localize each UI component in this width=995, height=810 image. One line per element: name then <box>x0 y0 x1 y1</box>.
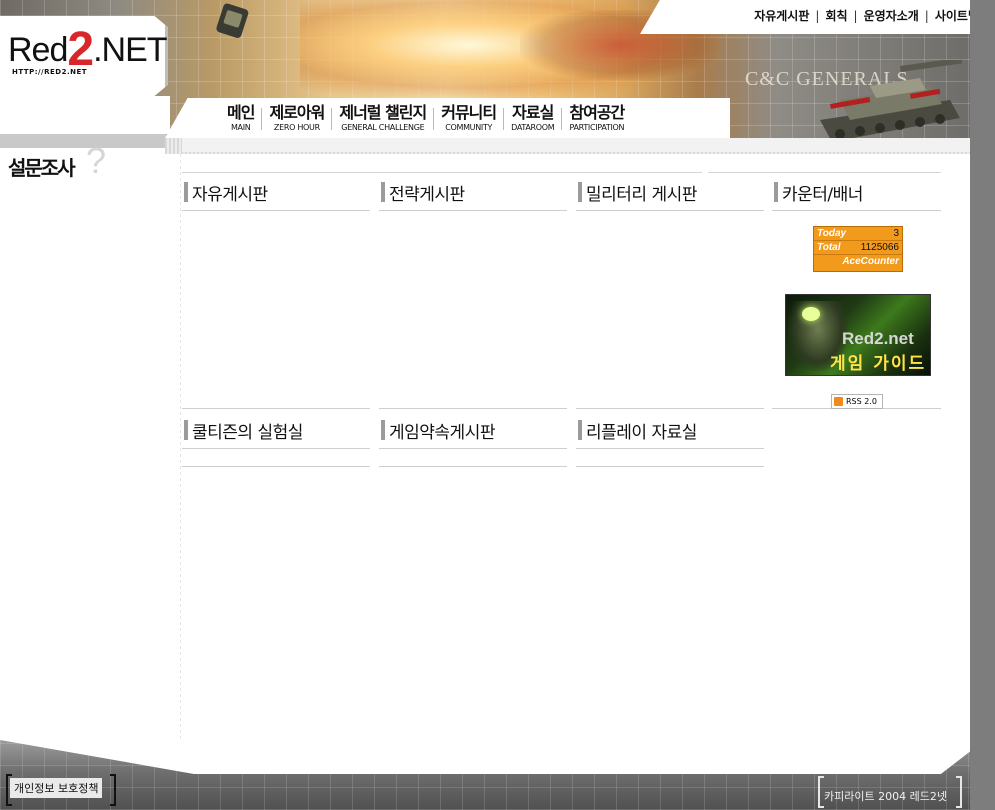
separator: | <box>853 8 858 23</box>
main-navigation: 메인 MAIN 제로아워 ZERO HOUR 제너럴 챌린지 GENERAL C… <box>220 104 631 133</box>
counter-total-row: Total 1125066 <box>814 241 902 255</box>
board-title: 쿨티즌의 실험실 <box>192 422 303 443</box>
separator: | <box>815 8 820 23</box>
bracket-right <box>956 776 962 808</box>
nav-sublabel: MAIN <box>230 123 251 132</box>
privacy-policy-link[interactable]: 개인정보 보호정책 <box>10 778 103 798</box>
board-header[interactable]: 밀리터리 게시판 <box>576 174 764 211</box>
board-marker <box>578 182 582 202</box>
nav-label: 제로아워 <box>269 103 325 122</box>
board-replay: 리플레이 자료실 <box>576 412 764 449</box>
nav-item-participation[interactable]: 참여공간 PARTICIPATION <box>562 104 631 133</box>
board-marker <box>774 182 778 202</box>
content-divider <box>180 148 181 768</box>
board-divider <box>576 408 764 409</box>
board-marker <box>381 182 385 202</box>
board-header[interactable]: 쿨티즌의 실험실 <box>182 412 370 449</box>
board-marker <box>578 420 582 440</box>
counter-total-label: Total <box>817 242 841 253</box>
copyright-text: 카피라이트 2004 레드2넷 <box>824 790 947 803</box>
vehicle-artwork <box>216 3 249 38</box>
nav-sublabel: GENERAL CHALLENGE <box>341 123 425 132</box>
night-vision-goggle <box>802 307 820 321</box>
top-rule <box>708 172 941 173</box>
rss-icon <box>834 397 843 406</box>
banner-site-name: Red2.net <box>842 329 914 348</box>
board-bottom-rule <box>379 466 567 467</box>
board-marker <box>184 182 188 202</box>
board-title: 밀리터리 게시판 <box>586 184 697 205</box>
nav-item-main[interactable]: 메인 MAIN <box>220 104 261 133</box>
board-marker <box>381 420 385 440</box>
survey-question-mark: ? <box>86 140 107 181</box>
nav-sublabel: DATAROOM <box>511 123 555 132</box>
board-military: 밀리터리 게시판 <box>576 174 764 211</box>
top-rule <box>182 172 702 173</box>
nav-label: 참여공간 <box>569 103 625 122</box>
counter-today-label: Today <box>817 228 847 239</box>
board-header[interactable]: 전략게시판 <box>379 174 567 211</box>
board-game-appointment: 게임약속게시판 <box>379 412 567 449</box>
board-free: 자유게시판 <box>182 174 370 211</box>
top-link-rules[interactable]: 회칙 <box>825 7 847 24</box>
rss-label: RSS 2.0 <box>846 397 877 406</box>
board-lab: 쿨티즌의 실험실 <box>182 412 370 449</box>
nav-sublabel: COMMUNITY <box>445 123 493 132</box>
nav-sublabel: ZERO HOUR <box>273 123 320 132</box>
board-title: 카운터/배너 <box>782 184 863 205</box>
board-header[interactable]: 리플레이 자료실 <box>576 412 764 449</box>
board-divider <box>182 408 370 409</box>
banner-guide-label: 게임 가이드 <box>830 354 927 374</box>
board-marker <box>184 420 188 440</box>
tank-artwork <box>820 60 963 142</box>
nav-item-community[interactable]: 커뮤니티 COMMUNITY <box>434 104 503 133</box>
nav-label: 제너럴 챌린지 <box>339 103 427 122</box>
logo-word-red: Red <box>8 31 68 69</box>
visitor-counter[interactable]: Today 3 Total 1125066 AceCounter <box>813 226 903 272</box>
site-logo[interactable]: Red2.NET <box>8 26 168 74</box>
board-divider <box>379 408 567 409</box>
nav-underline-inner <box>182 138 972 152</box>
board-counter-banner: 카운터/배너 <box>772 174 941 211</box>
board-title: 리플레이 자료실 <box>586 422 697 443</box>
counter-total-value: 1125066 <box>860 242 899 253</box>
board-header[interactable]: 자유게시판 <box>182 174 370 211</box>
counter-brand: AceCounter <box>842 256 899 267</box>
right-page-edge <box>970 0 995 810</box>
nav-item-general-challenge[interactable]: 제너럴 챌린지 GENERAL CHALLENGE <box>332 104 433 133</box>
separator: | <box>924 8 929 23</box>
board-bottom-rule <box>182 466 370 467</box>
board-strategy: 전략게시판 <box>379 174 567 211</box>
survey-title: 설문조사 <box>8 156 76 180</box>
nav-label: 메인 <box>227 103 255 122</box>
nav-label: 자료실 <box>512 103 554 122</box>
board-title: 전략게시판 <box>389 184 465 205</box>
top-links: 자유게시판 | 회칙 | 운영자소개 | 사이트맵 <box>754 7 979 24</box>
bracket-right <box>110 774 116 806</box>
top-link-free-board[interactable]: 자유게시판 <box>754 7 809 24</box>
board-header[interactable]: 게임약속게시판 <box>379 412 567 449</box>
counter-today-row: Today 3 <box>814 227 902 241</box>
rss-badge[interactable]: RSS 2.0 <box>831 394 883 409</box>
nav-sublabel: PARTICIPATION <box>569 123 625 132</box>
board-bottom-rule <box>576 466 764 467</box>
nav-item-zero-hour[interactable]: 제로아워 ZERO HOUR <box>262 104 331 133</box>
nav-item-dataroom[interactable]: 자료실 DATAROOM <box>504 104 561 133</box>
counter-today-value: 3 <box>893 228 899 239</box>
logo-url: HTTP://RED2.NET <box>12 68 88 76</box>
nav-underline-strip <box>165 138 972 154</box>
board-title: 자유게시판 <box>192 184 268 205</box>
top-link-admin-intro[interactable]: 운영자소개 <box>864 7 919 24</box>
board-header: 카운터/배너 <box>772 174 941 211</box>
logo-word-net: .NET <box>93 31 167 69</box>
game-guide-banner[interactable]: Red2.net 게임 가이드 <box>785 294 931 376</box>
board-title: 게임약속게시판 <box>389 422 495 443</box>
nav-label: 커뮤니티 <box>441 103 497 122</box>
